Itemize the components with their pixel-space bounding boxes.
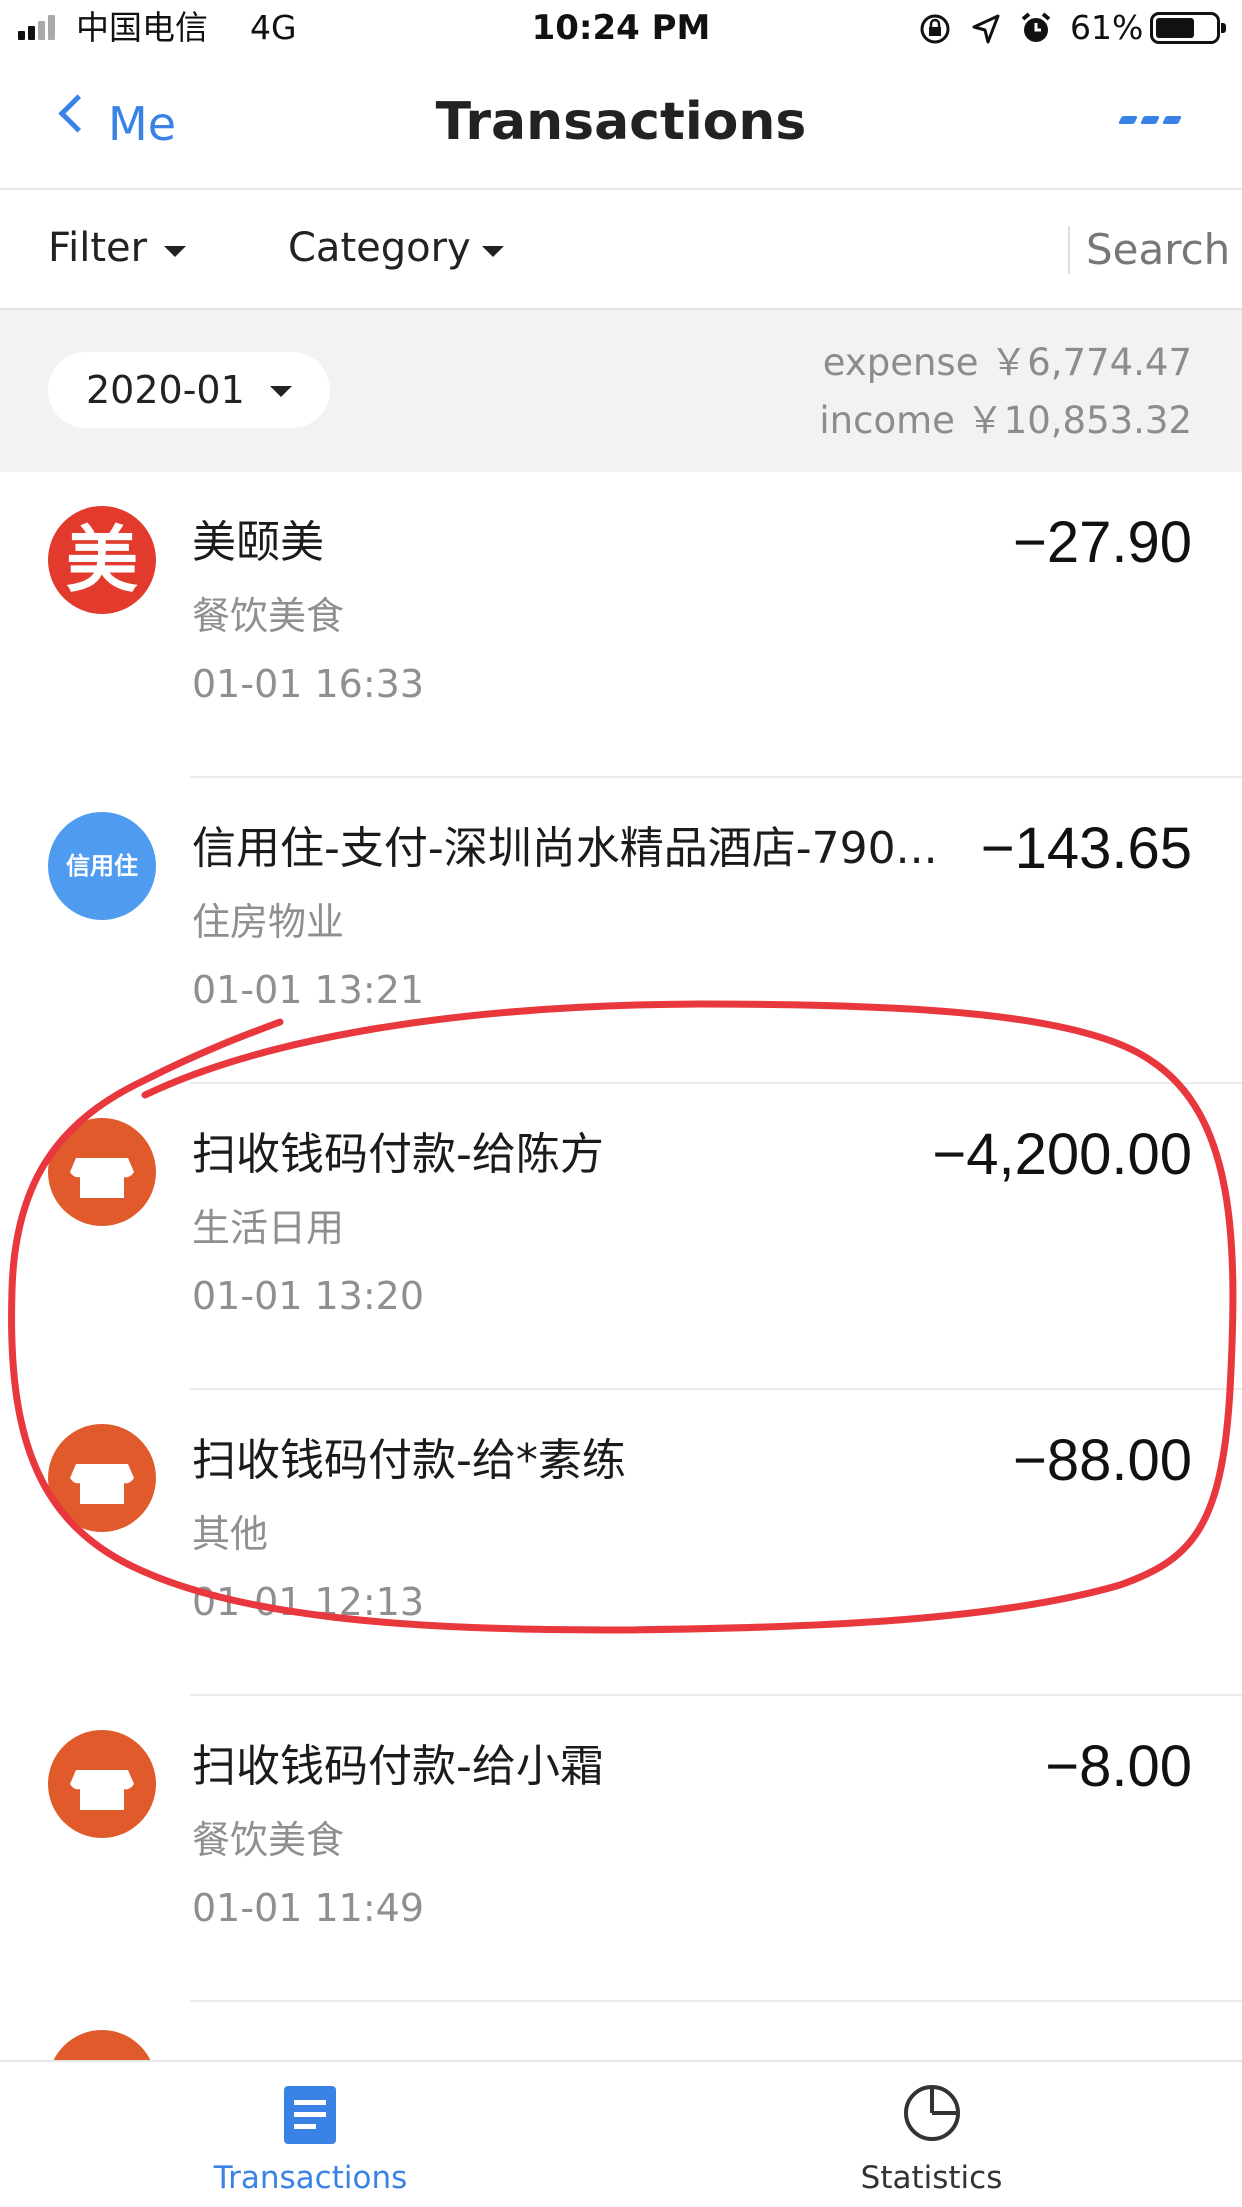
transaction-amount: −8.00 bbox=[1045, 1734, 1192, 1799]
month-value: 2020-01 bbox=[86, 368, 245, 412]
transaction-category: 生活日用 bbox=[192, 1206, 345, 1250]
transaction-title: 信用住-支付-深圳尚水精品酒店-790... bbox=[192, 823, 938, 874]
more-options-icon[interactable] bbox=[1118, 116, 1182, 128]
filter-label: Filter bbox=[48, 225, 148, 271]
status-time: 10:24 PM bbox=[531, 8, 711, 48]
transaction-category: 住房物业 bbox=[192, 900, 345, 944]
transaction-category: 其他 bbox=[192, 1512, 269, 1556]
transaction-title: 美颐美 bbox=[192, 517, 324, 568]
transaction-row[interactable]: 扫收钱码付款-给陈方 生活日用 01-01 13:20 −4,200.00 bbox=[0, 1084, 1242, 1390]
transaction-row[interactable]: 扫收钱码付款-给*素练 其他 01-01 12:13 −88.00 bbox=[0, 1390, 1242, 1696]
transaction-amount: −143.65 bbox=[980, 816, 1192, 881]
category-dropdown[interactable]: Category bbox=[288, 210, 518, 290]
next-row-peek bbox=[48, 2030, 156, 2060]
page-title: Transactions bbox=[435, 92, 807, 152]
divider bbox=[1068, 226, 1070, 274]
filter-bar: Filter Category Search bbox=[0, 190, 1242, 310]
month-selector[interactable]: 2020-01 bbox=[48, 352, 330, 428]
tab-transactions-label: Transactions bbox=[213, 2160, 408, 2196]
transaction-row[interactable]: 美 美颐美 餐饮美食 01-01 16:33 −27.90 bbox=[0, 472, 1242, 778]
shop-icon bbox=[48, 1118, 156, 1226]
transaction-time: 01-01 13:21 bbox=[192, 968, 425, 1012]
tab-bar: Transactions Statistics bbox=[0, 2060, 1242, 2207]
transaction-title: 扫收钱码付款-给陈方 bbox=[192, 1129, 604, 1180]
status-bar: 中国电信 4G 10:24 PM 61% bbox=[0, 0, 1242, 60]
transaction-time: 01-01 12:13 bbox=[192, 1580, 425, 1624]
expense-total: expense ￥6,774.47 bbox=[822, 341, 1192, 384]
transaction-category: 餐饮美食 bbox=[192, 1818, 345, 1862]
navigation-bar: Me Transactions bbox=[0, 60, 1242, 190]
credit-stay-logo-icon: 信用住 bbox=[48, 812, 156, 920]
transaction-row[interactable]: 扫收钱码付款-给小霜 餐饮美食 01-01 11:49 −8.00 bbox=[0, 1696, 1242, 2002]
caret-down-icon bbox=[164, 246, 186, 257]
avatar-text: 美 bbox=[65, 518, 138, 602]
filter-dropdown[interactable]: Filter bbox=[48, 210, 198, 290]
transaction-category: 餐饮美食 bbox=[192, 594, 345, 638]
caret-down-icon bbox=[482, 246, 504, 257]
transaction-time: 01-01 13:20 bbox=[192, 1274, 425, 1318]
transaction-time: 01-01 11:49 bbox=[192, 1886, 425, 1930]
transaction-title: 扫收钱码付款-给*素练 bbox=[192, 1435, 626, 1486]
battery-percent: 61% bbox=[1070, 8, 1144, 47]
tab-transactions[interactable]: Transactions bbox=[0, 2062, 621, 2207]
tab-statistics-label: Statistics bbox=[860, 2160, 1003, 2196]
tab-statistics[interactable]: Statistics bbox=[621, 2062, 1242, 2207]
transaction-amount: −88.00 bbox=[1012, 1428, 1192, 1493]
row-divider bbox=[190, 2000, 1242, 2002]
month-summary: 2020-01 expense ￥6,774.47 income ￥10,853… bbox=[0, 310, 1242, 472]
document-list-icon bbox=[284, 2086, 336, 2144]
transaction-row[interactable]: 信用住 信用住-支付-深圳尚水精品酒店-790... 住房物业 01-01 13… bbox=[0, 778, 1242, 1084]
transaction-time: 01-01 16:33 bbox=[192, 662, 425, 706]
meiyimei-logo-icon: 美 bbox=[48, 506, 156, 614]
caret-down-icon bbox=[270, 386, 292, 397]
avatar-text: 信用住 bbox=[66, 852, 138, 880]
shop-icon bbox=[48, 1730, 156, 1838]
transaction-amount: −4,200.00 bbox=[932, 1122, 1192, 1187]
category-label: Category bbox=[288, 225, 471, 271]
search-button[interactable]: Search bbox=[1086, 222, 1230, 278]
rotation-lock-icon bbox=[920, 14, 950, 44]
alarm-clock-icon bbox=[1021, 12, 1051, 42]
location-arrow-icon bbox=[972, 14, 1000, 44]
transaction-title: 扫收钱码付款-给小霜 bbox=[192, 1741, 604, 1792]
pie-chart-icon bbox=[904, 2085, 960, 2141]
shop-icon bbox=[48, 1424, 156, 1532]
income-total: income ￥10,853.32 bbox=[819, 399, 1192, 442]
battery-icon bbox=[1150, 12, 1226, 44]
transaction-amount: −27.90 bbox=[1012, 510, 1192, 575]
